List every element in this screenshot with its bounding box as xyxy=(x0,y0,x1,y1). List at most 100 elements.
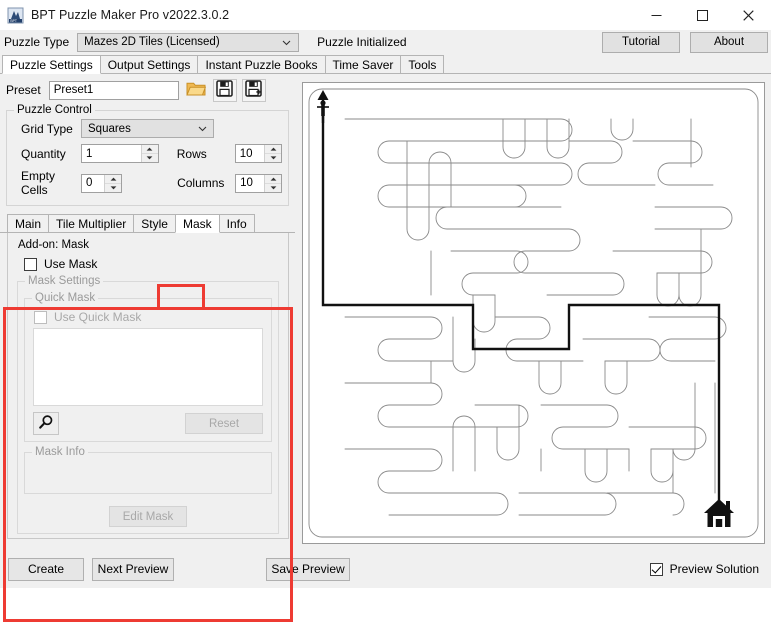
quantity-value[interactable]: 1 xyxy=(82,145,141,162)
save-as-icon xyxy=(245,80,262,100)
quantity-decrement-button[interactable] xyxy=(141,154,158,162)
title-bar: BPT BPT Puzzle Maker Pro v2022.3.0.2 xyxy=(0,0,771,30)
chevron-down-icon xyxy=(282,38,291,47)
settings-pane: Preset Preset1 Puzzle Control Grid Type … xyxy=(0,74,295,622)
about-button[interactable]: About xyxy=(690,31,768,53)
empty-cells-decrement-button[interactable] xyxy=(105,183,122,192)
empty-cells-increment-button[interactable] xyxy=(105,174,122,184)
tab-puzzle-settings[interactable]: Puzzle Settings xyxy=(2,55,101,74)
rows-label: Rows xyxy=(176,146,207,161)
use-quick-mask-checkbox[interactable] xyxy=(34,310,47,324)
house-finish-icon xyxy=(704,499,734,527)
puzzle-type-row: Puzzle Type Mazes 2D Tiles (Licensed) Pu… xyxy=(0,30,771,54)
close-button[interactable] xyxy=(725,0,771,30)
use-quick-mask-row[interactable]: Use Quick Mask xyxy=(34,310,266,324)
rows-increment-button[interactable] xyxy=(265,145,281,154)
mask-settings-title: Mask Settings xyxy=(25,275,104,288)
rows-decrement-button[interactable] xyxy=(265,154,281,162)
save-as-preset-button[interactable] xyxy=(241,78,266,102)
mask-info-title: Mask Info xyxy=(32,446,88,459)
top-right-buttons: Tutorial About xyxy=(602,31,771,53)
save-preview-button[interactable]: Save Preview xyxy=(266,557,350,581)
quantity-stepper[interactable]: 1 xyxy=(81,144,159,163)
subtab-style[interactable]: Style xyxy=(133,214,176,232)
use-mask-row[interactable]: Use Mask xyxy=(24,257,282,271)
maze-svg xyxy=(308,88,759,538)
tutorial-button[interactable]: Tutorial xyxy=(602,31,680,53)
puzzle-control-title: Puzzle Control xyxy=(14,104,95,117)
grid-type-label: Grid Type xyxy=(21,121,73,136)
puzzle-type-label: Puzzle Type xyxy=(4,35,70,49)
columns-label: Columns xyxy=(177,176,225,190)
edit-mask-row: Edit Mask xyxy=(23,506,273,527)
subtab-tile-multiplier[interactable]: Tile Multiplier xyxy=(48,214,135,232)
columns-stepper[interactable]: 10 xyxy=(235,173,282,193)
empty-cells-columns-row: Empty Cells 0 Columns 10 xyxy=(13,169,282,197)
empty-cells-value[interactable]: 0 xyxy=(82,174,105,192)
use-quick-mask-label: Use Quick Mask xyxy=(54,310,142,324)
preview-solution-label: Preview Solution xyxy=(669,562,759,576)
tab-output-settings[interactable]: Output Settings xyxy=(99,55,199,73)
puzzle-type-dropdown[interactable]: Mazes 2D Tiles (Licensed) xyxy=(77,32,300,52)
edit-mask-button[interactable]: Edit Mask xyxy=(109,506,187,527)
rows-spinner-arrows[interactable] xyxy=(264,145,281,162)
magnifier-icon xyxy=(38,414,54,433)
window-title: BPT Puzzle Maker Pro v2022.3.0.2 xyxy=(31,8,230,22)
preset-row: Preset Preset1 xyxy=(0,78,295,102)
maze-preview[interactable] xyxy=(302,82,765,544)
tab-tools[interactable]: Tools xyxy=(400,55,445,73)
preset-input[interactable]: Preset1 xyxy=(48,80,179,100)
quantity-spinner-arrows[interactable] xyxy=(140,145,158,162)
quick-mask-title: Quick Mask xyxy=(32,292,99,305)
application-window: BPT BPT Puzzle Maker Pro v2022.3.0.2 Puz… xyxy=(0,0,771,622)
subtab-main[interactable]: Main xyxy=(7,214,50,232)
empty-cells-spinner-arrows[interactable] xyxy=(104,174,122,192)
bpt-logo-icon: BPT xyxy=(7,7,24,24)
columns-decrement-button[interactable] xyxy=(265,183,281,192)
rows-stepper[interactable]: 10 xyxy=(234,144,282,163)
columns-value[interactable]: 10 xyxy=(236,174,264,192)
grid-type-value: Squares xyxy=(88,122,131,135)
minimize-button[interactable] xyxy=(633,0,679,30)
puzzle-control-group: Puzzle Control Grid Type Squares Quantit… xyxy=(6,104,289,206)
quantity-increment-button[interactable] xyxy=(141,145,158,154)
use-mask-checkbox[interactable] xyxy=(24,257,37,271)
mask-info-group: Mask Info xyxy=(24,446,272,494)
mask-preview-canvas[interactable] xyxy=(33,328,263,406)
mask-action-row: Reset xyxy=(33,412,263,435)
chevron-down-icon xyxy=(198,124,207,133)
empty-cells-stepper[interactable]: 0 xyxy=(81,173,123,193)
preset-label: Preset xyxy=(6,83,41,97)
quantity-rows-row: Quantity 1 Rows 10 xyxy=(13,144,282,163)
mask-info-body xyxy=(30,461,266,489)
save-preset-button[interactable] xyxy=(212,78,237,102)
window-controls xyxy=(633,0,771,30)
next-preview-button[interactable]: Next Preview xyxy=(92,557,174,581)
addon-mask-title: Add-on: Mask xyxy=(18,239,89,251)
tab-time-saver[interactable]: Time Saver xyxy=(324,55,402,73)
reset-mask-button[interactable]: Reset xyxy=(185,413,263,434)
create-button[interactable]: Create xyxy=(8,557,84,581)
quick-mask-group: Quick Mask Use Quick Mask Reset xyxy=(24,292,272,442)
quantity-label: Quantity xyxy=(21,146,66,161)
subtab-info[interactable]: Info xyxy=(218,214,255,232)
tab-instant-puzzle-books[interactable]: Instant Puzzle Books xyxy=(197,55,326,73)
browse-mask-button[interactable] xyxy=(33,412,59,435)
puzzle-type-value: Mazes 2D Tiles (Licensed) xyxy=(84,36,220,48)
grid-type-dropdown[interactable]: Squares xyxy=(81,119,214,138)
folder-open-icon xyxy=(185,80,206,100)
rows-value[interactable]: 10 xyxy=(235,145,264,162)
svg-text:BPT: BPT xyxy=(10,19,17,23)
maximize-button[interactable] xyxy=(679,0,725,30)
preview-solution-row[interactable]: Preview Solution xyxy=(649,562,763,576)
use-mask-label: Use Mask xyxy=(44,257,98,271)
columns-increment-button[interactable] xyxy=(265,174,281,184)
status-text: Puzzle Initialized xyxy=(317,35,407,49)
columns-spinner-arrows[interactable] xyxy=(264,174,281,192)
subtab-mask[interactable]: Mask xyxy=(174,214,220,233)
open-preset-button[interactable] xyxy=(184,79,208,102)
grid-type-row: Grid Type Squares xyxy=(13,119,282,138)
preview-solution-checkbox[interactable] xyxy=(649,562,663,576)
person-start-icon xyxy=(317,90,329,123)
solution-path xyxy=(321,103,721,517)
